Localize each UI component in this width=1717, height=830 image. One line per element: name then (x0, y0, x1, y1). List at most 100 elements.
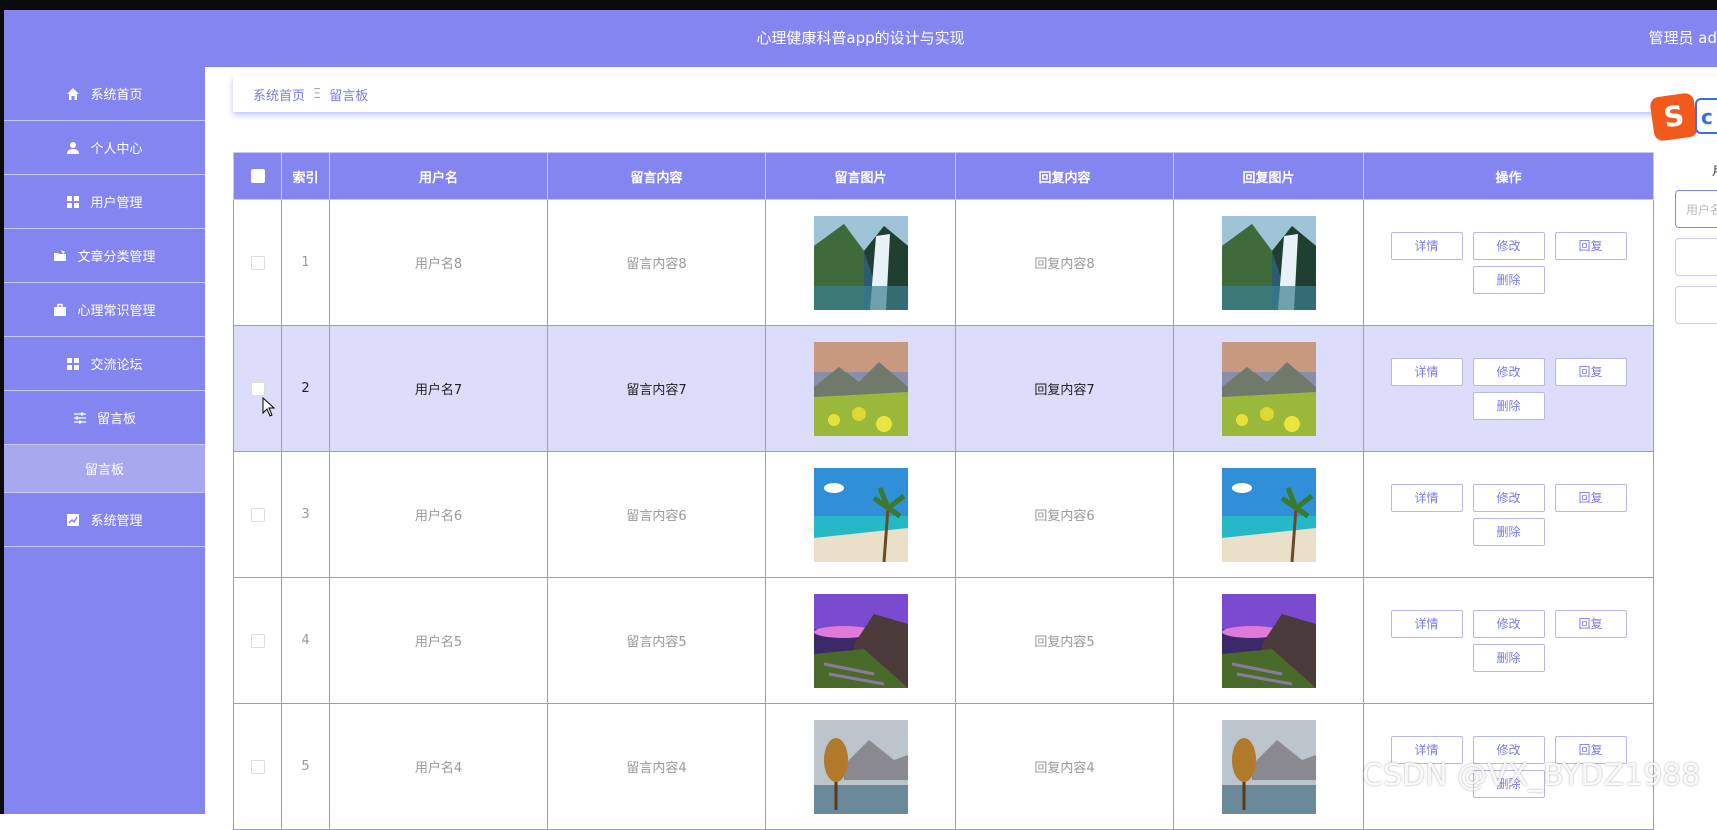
delete-button[interactable]: 删除 (1472, 517, 1545, 546)
table-row[interactable]: 3 用户名6 留言内容6 回复内容6 详情 修改 回复 删除 (233, 451, 1654, 578)
row-content: 留言内容5 (547, 577, 766, 704)
row-index: 1 (281, 199, 330, 326)
edit-button[interactable]: 修改 (1472, 357, 1545, 386)
column-header: 索引 (281, 152, 330, 200)
column-header: 回复图片 (1173, 152, 1364, 200)
ime-toolbar-icon[interactable]: c (1695, 98, 1717, 134)
reply-button[interactable]: 回复 (1554, 483, 1627, 512)
reply-image[interactable] (1221, 719, 1316, 814)
table-row[interactable]: 4 用户名5 留言内容5 回复内容5 详情 修改 回复 删除 (233, 577, 1654, 704)
row-username: 用户名8 (329, 199, 548, 326)
search-field-2[interactable] (1675, 238, 1717, 276)
table-row[interactable]: 1 用户名8 留言内容8 回复内容8 详情 修改 回复 删除 (233, 199, 1654, 326)
row-reply: 回复内容8 (955, 199, 1174, 326)
select-all-header[interactable] (233, 152, 282, 200)
message-image[interactable] (813, 593, 908, 688)
edit-button[interactable]: 修改 (1472, 231, 1545, 260)
edit-button[interactable]: 修改 (1472, 483, 1545, 512)
home-icon (66, 87, 80, 101)
breadcrumb-current: 留言板 (329, 88, 369, 104)
reply-image[interactable] (1221, 593, 1316, 688)
edit-button[interactable]: 修改 (1472, 609, 1545, 638)
breadcrumb: 系统首页 Ξ 留言板 (233, 76, 1717, 112)
sidebar-subitem-message-board[interactable]: 留言板 (4, 445, 205, 493)
row-index: 5 (281, 703, 330, 830)
row-checkbox[interactable] (250, 759, 265, 774)
mouse-cursor-icon (262, 397, 276, 417)
row-username: 用户名7 (329, 325, 548, 452)
row-content: 留言内容6 (547, 451, 766, 578)
sidebar-item-article-category[interactable]: 文章分类管理 (4, 229, 205, 283)
sidebar-item-user-management[interactable]: 用户管理 (4, 175, 205, 229)
sidebar-item-psych-knowledge[interactable]: 心理常识管理 (4, 283, 205, 337)
person-icon (66, 141, 80, 155)
sidebar-item-personal-center[interactable]: 个人中心 (4, 121, 205, 175)
sidebar-item-system-management[interactable]: 系统管理 (4, 493, 205, 547)
breadcrumb-home[interactable]: 系统首页 (253, 85, 305, 104)
detail-button[interactable]: 详情 (1390, 609, 1463, 638)
sidebar-item-message-board[interactable]: 留言板 (4, 391, 205, 445)
delete-button[interactable]: 删除 (1472, 391, 1545, 420)
row-reply: 回复内容5 (955, 577, 1174, 704)
reply-button[interactable]: 回复 (1554, 609, 1627, 638)
app-title: 心理健康科普app的设计与实现 (756, 29, 965, 47)
sidebar: 系统首页 个人中心 用户管理 文章分类管理 心理常识管理 交流论坛 留言板 留言… (4, 67, 205, 814)
reply-button[interactable]: 回复 (1554, 231, 1627, 260)
row-reply: 回复内容6 (955, 451, 1174, 578)
row-username: 用户名6 (329, 451, 548, 578)
message-table: 索引 用户名 留言内容 留言图片 回复内容 回复图片 操作 1 用户名8 留言内… (233, 152, 1654, 830)
detail-button[interactable]: 详情 (1390, 483, 1463, 512)
column-header: 操作 (1363, 152, 1654, 200)
sidebar-item-label: 心理常识管理 (77, 304, 156, 319)
row-checkbox[interactable] (250, 381, 265, 396)
sidebar-item-label: 留言板 (96, 412, 136, 427)
message-image[interactable] (813, 341, 908, 436)
row-index: 2 (281, 325, 330, 452)
chart-icon (66, 513, 80, 527)
sidebar-item-label: 系统首页 (90, 88, 143, 103)
reply-image[interactable] (1221, 215, 1316, 310)
table-header-row: 索引 用户名 留言内容 留言图片 回复内容 回复图片 操作 (233, 152, 1654, 200)
row-reply: 回复内容4 (955, 703, 1174, 830)
row-index: 4 (281, 577, 330, 704)
message-image[interactable] (813, 719, 908, 814)
sidebar-item-label: 留言板 (84, 463, 124, 478)
window-top-border (0, 0, 1717, 10)
sidebar-item-forum[interactable]: 交流论坛 (4, 337, 205, 391)
search-field-3[interactable] (1675, 286, 1717, 324)
reply-image[interactable] (1221, 467, 1316, 562)
current-user-label[interactable]: 管理员 ad (1649, 10, 1717, 67)
message-image[interactable] (813, 215, 908, 310)
row-checkbox[interactable] (250, 507, 265, 522)
search-panel: 月 用户名 (1672, 152, 1717, 352)
sidebar-item-label: 用户管理 (90, 196, 143, 211)
row-checkbox[interactable] (250, 633, 265, 648)
column-header: 留言内容 (547, 152, 766, 200)
column-header: 用户名 (329, 152, 548, 200)
column-header: 留言图片 (765, 152, 956, 200)
reply-image[interactable] (1221, 341, 1316, 436)
reply-button[interactable]: 回复 (1554, 357, 1627, 386)
row-content: 留言内容7 (547, 325, 766, 452)
ime-logo-icon[interactable]: S (1649, 92, 1699, 142)
delete-button[interactable]: 删除 (1472, 643, 1545, 672)
sidebar-item-label: 交流论坛 (90, 358, 143, 373)
breadcrumb-separator: Ξ (313, 86, 322, 102)
sidebar-item-home[interactable]: 系统首页 (4, 67, 205, 121)
sidebar-item-label: 文章分类管理 (77, 250, 156, 265)
select-all-checkbox[interactable] (250, 169, 265, 183)
watermark: CSDN @VX_BYDZ1988 (1362, 758, 1701, 793)
search-username-input[interactable]: 用户名 (1675, 190, 1717, 228)
row-username: 用户名4 (329, 703, 548, 830)
briefcase-icon (53, 303, 67, 317)
delete-button[interactable]: 删除 (1472, 265, 1545, 294)
detail-button[interactable]: 详情 (1390, 231, 1463, 260)
table-row[interactable]: 2 用户名7 留言内容7 回复内容7 详情 修改 回复 删除 (233, 325, 1654, 452)
folder-icon (53, 249, 67, 263)
top-header: 心理健康科普app的设计与实现 管理员 ad (4, 10, 1717, 67)
sidebar-item-label: 系统管理 (90, 514, 143, 529)
grid-icon (66, 195, 80, 209)
row-checkbox[interactable] (250, 255, 265, 270)
message-image[interactable] (813, 467, 908, 562)
detail-button[interactable]: 详情 (1390, 357, 1463, 386)
